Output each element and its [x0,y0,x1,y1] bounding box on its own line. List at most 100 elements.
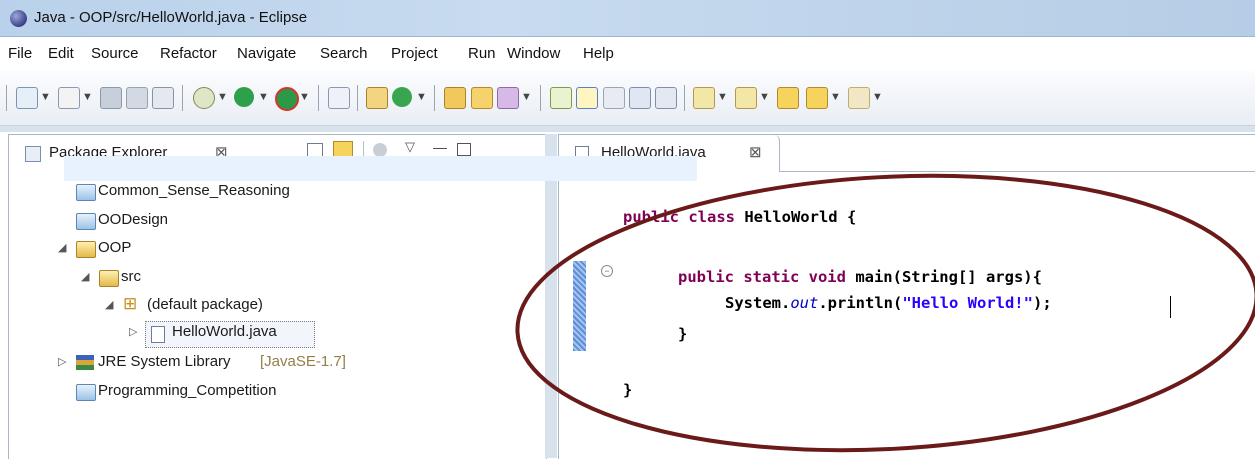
code-line: System.out.println("Hello World!"); [725,294,1052,312]
code-line: public class HelloWorld { [623,208,857,226]
toolbar-separator [434,85,435,111]
debug-icon[interactable] [193,87,215,109]
skip-breakpoints-icon[interactable] [328,87,350,109]
menu-project[interactable]: Project [391,45,438,62]
source-folder-icon [99,270,119,287]
library-icon [76,355,94,370]
expanded-arrow-icon[interactable]: ◢ [81,270,89,283]
range-indicator [573,261,586,351]
toolbar-separator [318,85,319,111]
close-icon[interactable]: ⊠ [749,143,762,161]
chevron-down-icon[interactable]: ▼ [416,91,427,103]
tree-item-label: src [121,268,141,285]
print-icon[interactable] [152,87,174,109]
show-whitespace-icon[interactable] [603,87,625,109]
chevron-down-icon[interactable]: ▼ [40,91,51,103]
toolbar-separator [182,85,183,111]
forward-icon[interactable] [848,87,870,109]
project-tree: Common_Sense_Reasoning OODesign ◢ OOP ◢ … [9,175,546,455]
previous-annotation-icon[interactable] [735,87,757,109]
code-line: public static void main(String[] args){ [678,268,1042,286]
code-editor[interactable]: public class HelloWorld { public static … [623,171,1255,458]
save-all-icon[interactable] [126,87,148,109]
menu-navigate[interactable]: Navigate [237,45,296,62]
sash[interactable] [545,134,557,458]
run-icon[interactable] [234,87,254,107]
last-edit-location-icon[interactable] [777,87,799,109]
menu-bar: File Edit Source Refactor Navigate Searc… [0,37,1255,71]
menu-refactor[interactable]: Refactor [160,45,217,62]
folder-icon [76,184,96,201]
current-line-highlight [64,156,697,181]
chevron-down-icon[interactable]: ▼ [258,91,269,103]
search-icon[interactable] [497,87,519,109]
tree-item-label: Programming_Competition [98,382,277,399]
menu-search[interactable]: Search [320,45,368,62]
chevron-down-icon[interactable]: ▼ [521,91,532,103]
open-type-icon[interactable] [444,87,466,109]
block-selection-icon[interactable] [629,87,651,109]
toolbar-divider [0,126,1255,132]
open-folder-icon[interactable] [471,87,493,109]
collapsed-arrow-icon[interactable]: ▷ [58,355,66,368]
view-menu-icon[interactable]: ▽ [405,139,415,155]
package-explorer-icon [25,146,41,162]
toolbar-separator [684,85,685,111]
chevron-down-icon[interactable]: ▼ [717,91,728,103]
folder-icon [76,213,96,230]
filter-icon[interactable] [373,143,387,157]
toolbar-separator [357,85,358,111]
paragraph-icon[interactable] [655,87,677,109]
new-icon[interactable] [16,87,38,109]
menu-source[interactable]: Source [91,45,139,62]
window-title: Java - OOP/src/HelloWorld.java - Eclipse [34,9,308,26]
tree-item-label: OODesign [98,211,169,228]
fold-collapse-icon[interactable]: − [601,265,613,277]
back-icon[interactable] [806,87,828,109]
maximize-icon[interactable] [457,143,471,156]
run-external-icon[interactable] [275,87,299,111]
package-explorer-view: Package Explorer ⊠ ▽ Common_Sense_Reason… [8,134,547,459]
folder-icon [76,384,96,401]
menu-run[interactable]: Run [468,45,496,62]
new-class-icon[interactable] [392,87,412,107]
title-bar: Java - OOP/src/HelloWorld.java - Eclipse [0,0,1255,37]
save-icon[interactable] [100,87,122,109]
tree-item-label: HelloWorld.java [172,323,277,340]
chevron-down-icon[interactable]: ▼ [217,91,228,103]
expanded-arrow-icon[interactable]: ◢ [105,298,113,311]
chevron-down-icon[interactable]: ▼ [830,91,841,103]
tree-item-label: (default package) [147,296,263,313]
toggle-highlight-icon[interactable] [576,87,598,109]
toolbar-separator [6,85,7,111]
menu-edit[interactable]: Edit [48,45,74,62]
mark-occurrences-icon[interactable] [550,87,572,109]
vertical-ruler: − [559,172,619,459]
eclipse-logo-icon [10,10,27,27]
new-package-icon[interactable] [366,87,388,109]
collapsed-arrow-icon[interactable]: ▷ [129,325,137,338]
chevron-down-icon[interactable]: ▼ [82,91,93,103]
java-file-icon [151,326,165,343]
menu-help[interactable]: Help [583,45,614,62]
text-cursor [1170,296,1171,318]
chevron-down-icon[interactable]: ▼ [872,91,883,103]
code-line: } [678,325,688,343]
new-java-project-icon[interactable] [58,87,80,109]
tree-item-decoration: [JavaSE-1.7] [260,353,346,370]
tree-item-label: JRE System Library [98,353,231,370]
main-toolbar: ▼ ▼ ▼ ▼ ▼ ▼ ▼ ▼ ▼ ▼ ▼ [0,71,1255,126]
next-annotation-icon[interactable] [693,87,715,109]
chevron-down-icon[interactable]: ▼ [299,91,310,103]
expanded-arrow-icon[interactable]: ◢ [58,241,66,254]
project-icon [76,241,96,258]
package-icon: ⊞ [123,294,141,313]
tree-item-label: OOP [98,239,132,256]
menu-file[interactable]: File [8,45,32,62]
tree-item-label: Common_Sense_Reasoning [98,182,290,199]
toolbar-separator [540,85,541,111]
code-line: } [623,381,633,399]
menu-window[interactable]: Window [507,45,560,62]
chevron-down-icon[interactable]: ▼ [759,91,770,103]
minimize-icon[interactable] [433,148,447,149]
